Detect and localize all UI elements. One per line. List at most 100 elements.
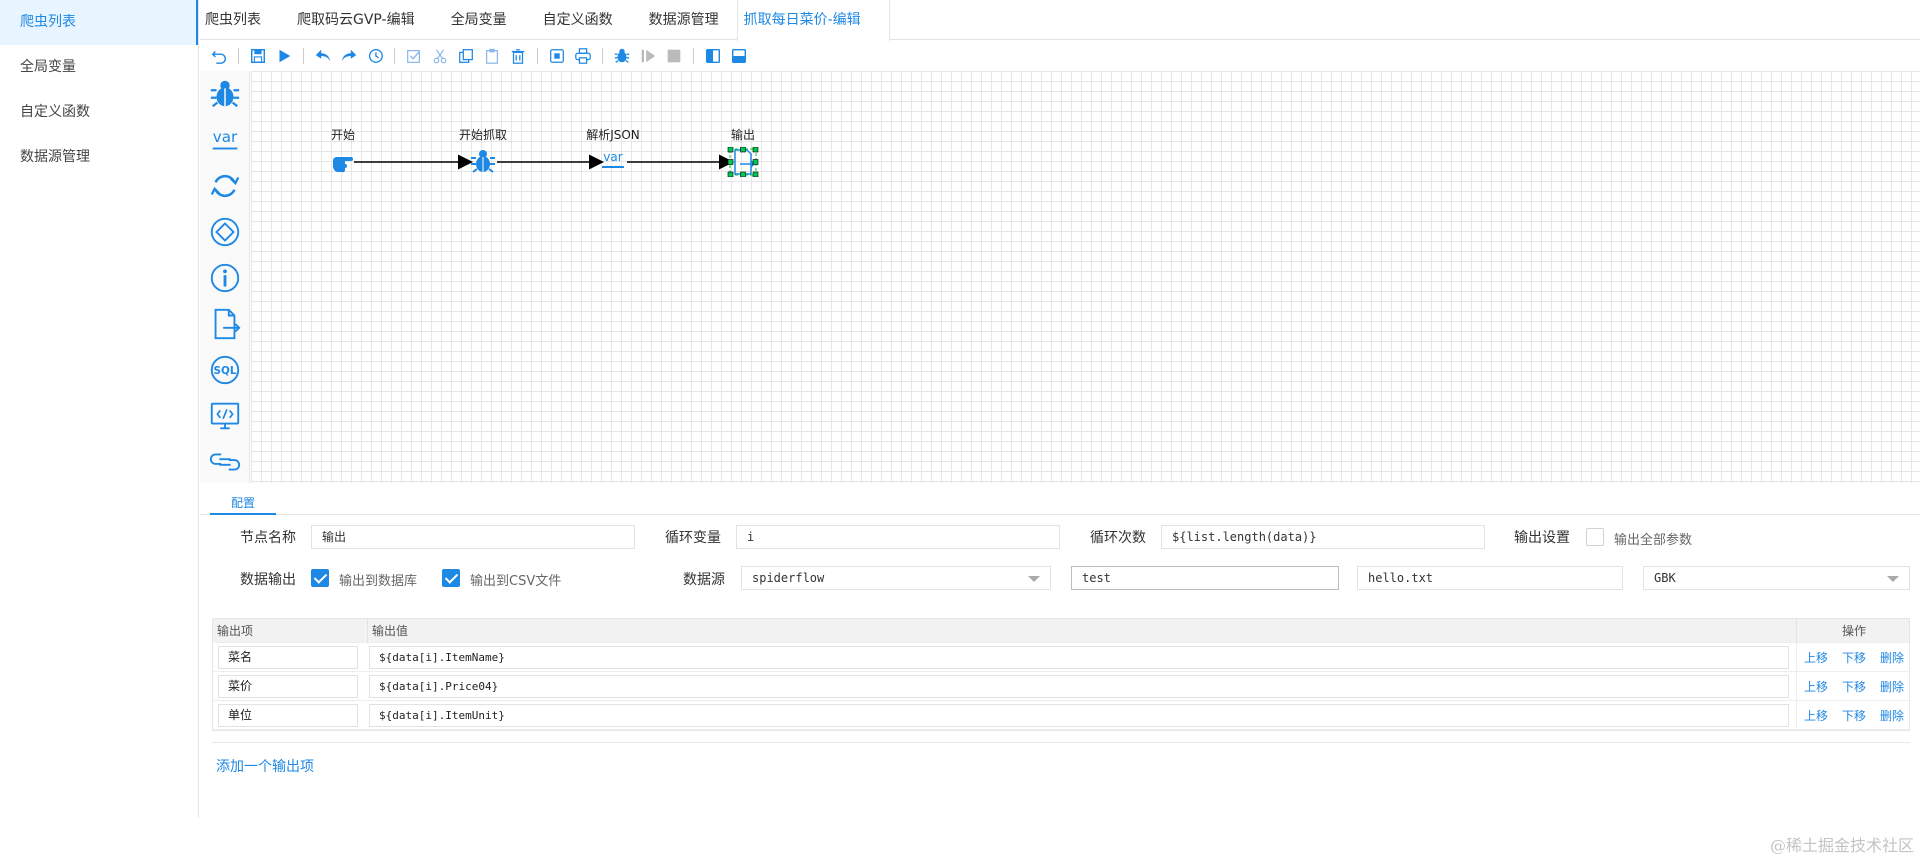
sidebar-item-datasource-mgmt[interactable]: 数据源管理 (0, 135, 198, 180)
watermark: @稀土掘金技术社区 (1769, 836, 1914, 855)
tab-datasource-mgmt[interactable]: 数据源管理 (631, 0, 737, 40)
sidebar-item-spider-list[interactable]: 爬虫列表 (0, 0, 198, 45)
return-icon[interactable] (206, 44, 232, 68)
data-output-label: 数据输出 (240, 572, 296, 588)
step-run-icon[interactable] (635, 44, 661, 68)
add-output-item-link[interactable]: 添加一个输出项 (216, 756, 314, 776)
sidebar-item-custom-functions[interactable]: 自定义函数 (0, 90, 198, 135)
loop-var-input[interactable]: i (736, 525, 1060, 549)
palette-info-icon[interactable] (200, 255, 250, 301)
toolbar-divider (693, 48, 694, 64)
history-icon[interactable] (362, 44, 388, 68)
sidebar: 爬虫列表 全局变量 自定义函数 数据源管理 (0, 0, 199, 818)
palette-variable-icon[interactable]: var (200, 117, 250, 163)
chevron-down-icon (1887, 576, 1899, 582)
tab-custom-functions[interactable]: 自定义函数 (525, 0, 631, 40)
variable-icon: var (602, 150, 624, 168)
tab-global-vars[interactable]: 全局变量 (433, 0, 525, 40)
undo-icon[interactable] (310, 44, 336, 68)
flow-node-label: 解析JSON (586, 128, 640, 142)
delete-icon[interactable] (505, 44, 531, 68)
palette-loop-icon[interactable] (200, 163, 250, 209)
output-item-input[interactable]: 菜价 (218, 675, 358, 698)
output-item-input[interactable]: 菜名 (218, 646, 358, 669)
output-value-input[interactable]: ${data[i].ItemUnit} (369, 704, 1789, 727)
palette-condition-icon[interactable] (200, 209, 250, 255)
save-icon[interactable] (245, 44, 271, 68)
move-down-link[interactable]: 下移 (1842, 678, 1866, 695)
node-palette: var SQL (200, 71, 250, 483)
table-name-input[interactable]: test (1071, 566, 1339, 590)
copy-icon[interactable] (453, 44, 479, 68)
print-icon[interactable] (570, 44, 596, 68)
table-row: 菜价 ${data[i].Price04} 上移 下移 删除 (213, 672, 1909, 701)
delete-link[interactable]: 删除 (1880, 649, 1904, 666)
table-row: 单位 ${data[i].ItemUnit} 上移 下移 删除 (213, 701, 1909, 730)
run-icon[interactable] (271, 44, 297, 68)
output-settings-label: 输出设置 (1514, 530, 1570, 546)
move-up-link[interactable]: 上移 (1804, 649, 1828, 666)
row-ops: 上移 下移 删除 (1796, 672, 1911, 701)
sidebar-item-global-vars[interactable]: 全局变量 (0, 45, 198, 90)
encoding-select[interactable]: GBK (1643, 566, 1910, 590)
loop-count-label: 循环次数 (1090, 530, 1146, 546)
select-all-icon[interactable] (401, 44, 427, 68)
toggle-bottom-panel-icon[interactable] (726, 44, 752, 68)
table-row: 菜名 ${data[i].ItemName} 上移 下移 删除 (213, 643, 1909, 672)
flow-node-parse-json[interactable]: 解析JSON var (583, 127, 643, 175)
palette-sql-icon[interactable]: SQL (200, 347, 250, 393)
tab-config[interactable]: 配置 (210, 493, 276, 515)
flow-node-output[interactable]: 输出 (713, 127, 773, 177)
svg-text:SQL: SQL (214, 365, 237, 377)
tab-gvp-edit[interactable]: 爬取码云GVP-编辑 (279, 0, 433, 40)
move-down-link[interactable]: 下移 (1842, 649, 1866, 666)
palette-spider-icon[interactable] (200, 71, 250, 117)
csv-filename-input[interactable]: hello.txt (1357, 566, 1623, 590)
flow-node-start[interactable]: 开始 (313, 127, 373, 175)
tab-bar: 爬虫列表 爬取码云GVP-编辑 全局变量 自定义函数 数据源管理 抓取每日菜价-… (200, 0, 1920, 41)
toolbar-divider (238, 48, 239, 64)
loop-count-input[interactable]: ${list.length(data)} (1161, 525, 1485, 549)
encoding-select-value: GBK (1654, 571, 1676, 585)
move-up-link[interactable]: 上移 (1804, 678, 1828, 695)
output-all-checkbox[interactable] (1586, 528, 1604, 546)
output-value-input[interactable]: ${data[i].Price04} (369, 675, 1789, 698)
palette-link-icon[interactable] (200, 439, 250, 485)
stop-icon[interactable] (661, 44, 687, 68)
header-output-item: 输出项 (217, 624, 254, 638)
loop-var-label: 循环变量 (665, 530, 721, 546)
export-image-icon[interactable] (544, 44, 570, 68)
move-up-link[interactable]: 上移 (1804, 707, 1828, 724)
paste-icon[interactable] (479, 44, 505, 68)
delete-link[interactable]: 删除 (1880, 678, 1904, 695)
flow-node-fetch[interactable]: 开始抓取 (453, 127, 513, 175)
move-down-link[interactable]: 下移 (1842, 707, 1866, 724)
redo-icon[interactable] (336, 44, 362, 68)
editor-toolbar (200, 41, 1920, 71)
delete-link[interactable]: 删除 (1880, 707, 1904, 724)
to-csv-checkbox[interactable] (442, 569, 460, 587)
output-file-icon (727, 147, 759, 177)
node-name-input[interactable]: 输出 (311, 525, 635, 549)
output-value-input[interactable]: ${data[i].ItemName} (369, 646, 1789, 669)
tab-spider-list[interactable]: 爬虫列表 (200, 0, 279, 40)
to-csv-label: 输出到CSV文件 (470, 574, 562, 589)
datasource-select[interactable]: spiderflow (741, 566, 1051, 590)
palette-output-file-icon[interactable] (200, 301, 250, 347)
palette-code-icon[interactable] (200, 393, 250, 439)
toggle-left-panel-icon[interactable] (700, 44, 726, 68)
flow-canvas[interactable]: 开始 开始抓取 解析JSON var 输出 (251, 71, 1920, 483)
cut-icon[interactable] (427, 44, 453, 68)
tab-daily-price-edit[interactable]: 抓取每日菜价-编辑 (736, 0, 890, 41)
toolbar-divider (602, 48, 603, 64)
toolbar-divider (537, 48, 538, 64)
to-db-checkbox[interactable] (311, 569, 329, 587)
output-all-label: 输出全部参数 (1614, 533, 1693, 548)
output-item-input[interactable]: 单位 (218, 704, 358, 727)
toolbar-divider (303, 48, 304, 64)
pointing-hand-icon (333, 157, 353, 173)
config-tab-bar: 配置 (200, 493, 1920, 515)
datasource-select-value: spiderflow (752, 571, 825, 585)
chevron-down-icon (1028, 576, 1040, 582)
debug-icon[interactable] (609, 44, 635, 68)
